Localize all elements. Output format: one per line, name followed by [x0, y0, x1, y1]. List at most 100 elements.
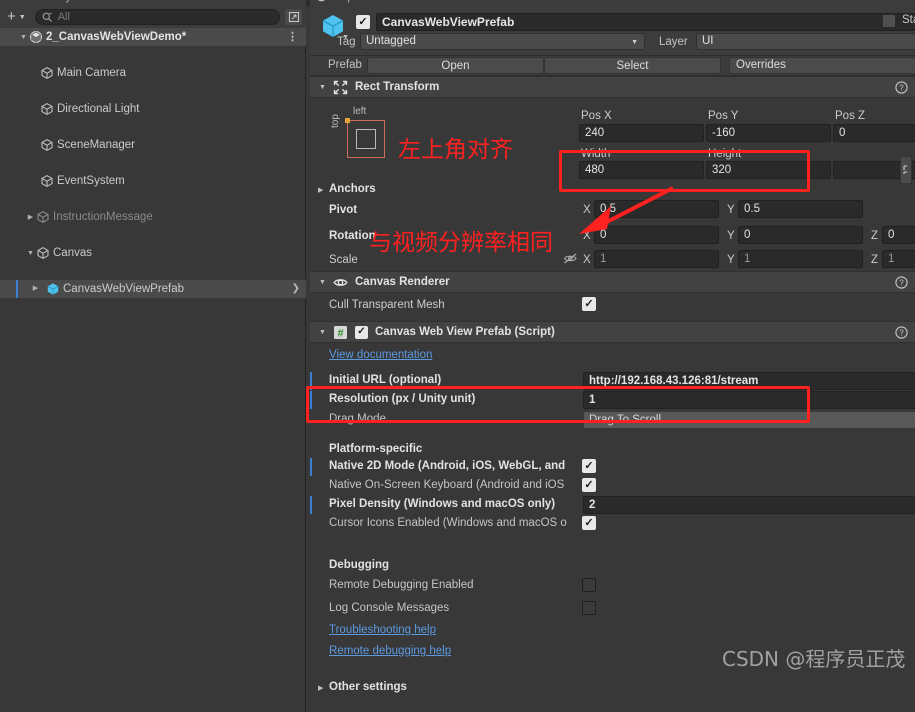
chevron-down-icon[interactable]: ▼ — [319, 329, 328, 336]
resolution-row: Resolution (px / Unity unit) 1 — [310, 391, 915, 410]
chevron-down-icon[interactable]: ▼ — [319, 84, 328, 91]
hierarchy-row-instructionmessage[interactable]: ▶ InstructionMessage — [0, 208, 306, 226]
chevron-down-icon[interactable]: ▼ — [25, 250, 36, 257]
selection-indicator — [16, 280, 18, 298]
resolution-input[interactable]: 1 — [583, 391, 915, 409]
layer-dropdown[interactable]: UI — [696, 33, 915, 50]
log-console-row: Log Console Messages — [310, 600, 915, 619]
drag-mode-label: Drag Mode — [329, 413, 386, 425]
initial-url-input[interactable]: http://192.168.43.126:81/stream — [583, 372, 915, 390]
pos-x-input[interactable]: 240 — [579, 124, 704, 142]
pivot-y-input[interactable]: 0.5 — [738, 200, 863, 218]
static-checkbox[interactable] — [882, 14, 896, 28]
rotation-x-axis-label: X — [583, 230, 591, 242]
rect-transform-header[interactable]: ▼ Rect Transform ? — [310, 76, 915, 98]
search-scope-button[interactable] — [285, 9, 302, 25]
anchor-preset-button[interactable] — [345, 118, 385, 158]
prefab-overrides-dropdown[interactable]: Overrides — [729, 57, 915, 74]
scale-label: Scale — [329, 254, 358, 266]
anchor-inner-rect — [356, 129, 376, 149]
height-label: Height — [708, 148, 742, 160]
hierarchy-row-scenemanager[interactable]: SceneManager — [0, 136, 306, 154]
prefab-override-indicator — [310, 496, 312, 514]
native-2d-mode-label: Native 2D Mode (Android, iOS, WebGL, and — [329, 460, 566, 472]
check-icon: ✓ — [584, 297, 594, 310]
rotation-y-axis-label: Y — [727, 230, 735, 242]
prefab-open-chevron-icon[interactable]: ❯ — [292, 283, 300, 294]
help-icon[interactable]: ? — [895, 326, 908, 339]
tag-dropdown[interactable]: Untagged ▼ — [360, 33, 645, 50]
remote-debugging-checkbox[interactable] — [582, 578, 596, 592]
hierarchy-row-canvas[interactable]: ▼ Canvas — [0, 244, 306, 262]
view-documentation-link[interactable]: View documentation — [329, 349, 432, 361]
chevron-right-icon[interactable]: ▶ — [318, 186, 323, 194]
prefab-toolbar: Prefab Open Select Overrides — [310, 56, 915, 76]
scale-z-input[interactable]: 1 — [882, 250, 915, 268]
cull-transparent-mesh-checkbox[interactable]: ✓ — [582, 297, 596, 311]
prefab-override-indicator — [310, 458, 312, 476]
scale-link-off-icon[interactable] — [563, 252, 578, 268]
scale-x-input[interactable]: 1 — [594, 250, 719, 268]
hierarchy-row-label: Directional Light — [57, 103, 140, 115]
hierarchy-row-eventsystem[interactable]: EventSystem — [0, 172, 306, 190]
hierarchy-row-main-camera[interactable]: Main Camera — [0, 64, 306, 82]
anchor-top-label: top — [330, 114, 341, 128]
chevron-down-icon[interactable]: ▼ — [319, 279, 328, 286]
unity-scene-icon — [29, 30, 43, 44]
chevron-down-icon[interactable]: ▼ — [18, 34, 29, 41]
add-gameobject-button[interactable]: + ▼ — [4, 9, 29, 26]
prefab-label: Prefab — [328, 59, 362, 71]
chevron-right-icon[interactable]: ▶ — [318, 684, 323, 692]
object-enabled-checkbox[interactable]: ✓ — [356, 15, 370, 29]
hierarchy-panel-buttons[interactable] — [255, 0, 295, 3]
canvas-renderer-title: Canvas Renderer — [355, 276, 450, 288]
hierarchy-scene-label: 2_CanvasWebViewDemo* — [46, 31, 187, 43]
native-onscreen-keyboard-checkbox[interactable]: ✓ — [582, 478, 596, 492]
rotation-y-input[interactable]: 0 — [738, 226, 863, 244]
tag-label: Tag — [337, 36, 356, 48]
canvas-renderer-header[interactable]: ▼ Canvas Renderer ? — [310, 271, 915, 293]
script-enabled-checkbox[interactable]: ✓ — [355, 325, 368, 339]
chevron-right-icon[interactable]: ▶ — [25, 213, 36, 221]
pivot-x-input[interactable]: 0.5 — [594, 200, 719, 218]
chevron-down-icon: ▼ — [18, 13, 26, 21]
prefab-select-button[interactable]: Select — [544, 57, 721, 74]
initial-url-row: Initial URL (optional) http://192.168.43… — [310, 372, 915, 391]
drag-mode-dropdown[interactable]: Drag To Scroll — [583, 411, 915, 429]
prefab-open-button[interactable]: Open — [367, 57, 544, 74]
hierarchy-tree: ▼ 2_CanvasWebViewDemo* ⋮ Main Camera Dir… — [0, 28, 306, 712]
rotation-z-input[interactable]: 0 — [882, 226, 915, 244]
help-icon[interactable]: ? — [895, 276, 908, 289]
canvas-web-view-prefab-header[interactable]: ▼ # ✓ Canvas Web View Prefab (Script) ? — [310, 321, 915, 343]
cursor-icons-checkbox[interactable]: ✓ — [582, 516, 596, 530]
hierarchy-search-input[interactable]: All — [34, 9, 280, 25]
rotation-x-input[interactable]: 0 — [594, 226, 719, 244]
log-console-checkbox[interactable] — [582, 601, 596, 615]
resolution-label: Resolution (px / Unity unit) — [329, 393, 476, 405]
blueprint-mode-button[interactable] — [900, 156, 912, 184]
troubleshooting-help-link[interactable]: Troubleshooting help — [329, 624, 436, 636]
help-icon[interactable]: ? — [895, 81, 908, 94]
height-input[interactable]: 320 — [706, 161, 831, 179]
svg-text:#: # — [337, 327, 343, 339]
scale-y-input[interactable]: 1 — [738, 250, 863, 268]
check-icon: ✓ — [584, 459, 594, 472]
hierarchy-row-canvaswebviewprefab[interactable]: ▶ CanvasWebViewPrefab ❯ — [0, 280, 306, 298]
object-name-input[interactable]: CanvasWebViewPrefab — [376, 13, 915, 31]
remote-debugging-help-link[interactable]: Remote debugging help — [329, 645, 451, 657]
scene-menu-icon[interactable]: ⋮ — [287, 29, 298, 45]
native-2d-mode-row: Native 2D Mode (Android, iOS, WebGL, and… — [310, 458, 915, 477]
hierarchy-row-label: CanvasWebViewPrefab — [63, 283, 185, 295]
layer-value: UI — [702, 35, 714, 47]
pos-z-input[interactable]: 0 — [833, 124, 915, 142]
width-input[interactable]: 480 — [579, 161, 704, 179]
native-2d-mode-checkbox[interactable]: ✓ — [582, 459, 596, 473]
pos-y-input[interactable]: -160 — [706, 124, 831, 142]
pixel-density-label: Pixel Density (Windows and macOS only) — [329, 498, 556, 510]
check-icon: ✓ — [357, 326, 366, 337]
chevron-right-icon[interactable]: ▶ — [30, 284, 41, 292]
hierarchy-row-scene[interactable]: ▼ 2_CanvasWebViewDemo* ⋮ — [0, 28, 306, 46]
chevron-down-icon: ▼ — [631, 39, 638, 46]
hierarchy-row-directional-light[interactable]: Directional Light — [0, 100, 306, 118]
pixel-density-input[interactable]: 2 — [583, 496, 915, 514]
